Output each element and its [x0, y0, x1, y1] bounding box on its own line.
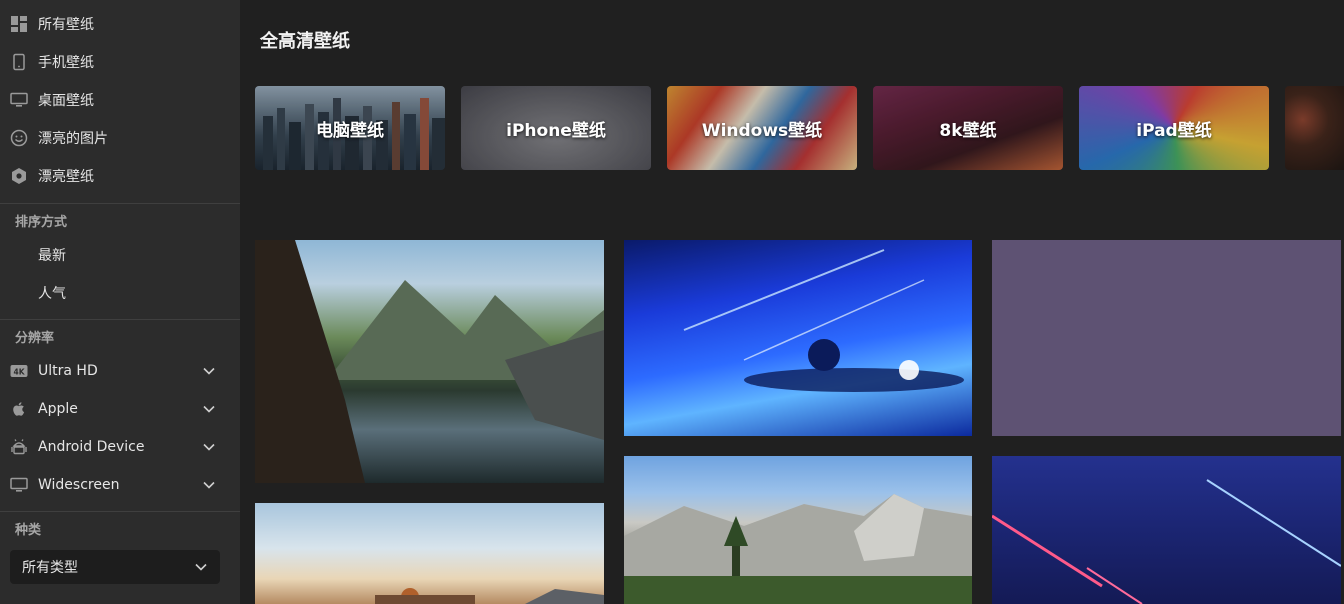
chevron-down-icon — [203, 367, 215, 375]
chevron-down-icon — [203, 481, 215, 489]
phone-icon — [10, 53, 28, 71]
apple-icon — [10, 400, 28, 418]
type-section-title: 种类 — [15, 522, 42, 538]
type-select-value: 所有类型 — [22, 560, 78, 576]
category-label: Windows壁纸 — [701, 120, 823, 141]
resolution-ultra-hd[interactable]: 4K Ultra HD — [0, 352, 240, 390]
starry-sky-image — [683, 249, 964, 392]
category-card-pc[interactable]: 电脑壁纸 — [255, 86, 445, 170]
category-card-iphone[interactable]: iPhone壁纸 — [461, 86, 651, 170]
wallpaper-tile-neon-lines[interactable] — [992, 456, 1341, 604]
category-card-ipad[interactable]: iPad壁纸 — [1079, 86, 1269, 170]
resolution-label: Apple — [38, 401, 78, 417]
category-label: iPad壁纸 — [1136, 120, 1212, 141]
beach-image — [375, 588, 604, 604]
chevron-down-icon — [203, 443, 215, 451]
wallpaper-tile-yosemite[interactable] — [624, 456, 972, 604]
category-card-partial[interactable] — [1285, 86, 1344, 170]
sort-latest[interactable]: 最新 — [0, 236, 240, 274]
sort-section-title: 排序方式 — [15, 214, 68, 230]
resolution-android-device[interactable]: Android Device — [0, 428, 240, 466]
mountain-image — [255, 240, 604, 483]
grid-icon — [10, 15, 28, 33]
resolution-label: Ultra HD — [38, 363, 98, 379]
category-label: 电脑壁纸 — [316, 120, 384, 141]
badge-icon — [10, 167, 28, 185]
sidebar-item-all-wallpapers[interactable]: 所有壁纸 — [0, 5, 240, 43]
svg-text:4K: 4K — [13, 367, 25, 376]
category-card-windows[interactable]: Windows壁纸 — [667, 86, 857, 170]
resolution-section-title: 分辨率 — [15, 330, 55, 346]
category-label: iPhone壁纸 — [506, 120, 606, 141]
valley-image — [624, 494, 972, 604]
chevron-down-icon — [203, 405, 215, 413]
resolution-label: Widescreen — [38, 477, 120, 493]
resolution-widescreen[interactable]: Widescreen — [0, 466, 240, 504]
sidebar-item-phone-wallpapers[interactable]: 手机壁纸 — [0, 43, 240, 81]
android-icon — [10, 438, 28, 456]
monitor-icon — [10, 476, 28, 494]
chevron-down-icon — [195, 563, 207, 571]
type-select[interactable]: 所有类型 — [10, 550, 220, 584]
category-label: 8k壁纸 — [939, 120, 997, 141]
smiley-icon — [10, 129, 28, 147]
sidebar-item-label: 桌面壁纸 — [38, 93, 94, 109]
resolution-apple[interactable]: Apple — [0, 390, 240, 428]
sidebar-item-desktop-wallpapers[interactable]: 桌面壁纸 — [0, 81, 240, 119]
wallpaper-tile-anime-night[interactable] — [624, 240, 972, 436]
sidebar-item-pretty-wallpapers[interactable]: 漂亮壁纸 — [0, 157, 240, 195]
sidebar-item-pretty-pictures[interactable]: 漂亮的图片 — [0, 119, 240, 157]
monitor-icon — [10, 91, 28, 109]
sidebar-item-label: 手机壁纸 — [38, 55, 94, 71]
sidebar-item-label: 漂亮的图片 — [38, 131, 108, 147]
wallpaper-tile-purple[interactable] — [992, 240, 1341, 436]
wallpaper-tile-beach[interactable] — [255, 503, 604, 604]
page-title: 全高清壁纸 — [260, 31, 350, 52]
wallpaper-tile-mountain-lake[interactable] — [255, 240, 604, 483]
category-card-8k[interactable]: 8k壁纸 — [873, 86, 1063, 170]
4k-icon: 4K — [10, 362, 28, 380]
sidebar: 所有壁纸 手机壁纸 桌面壁纸 漂亮的图片 漂亮壁纸 排序方式 最新 人气 分辨率… — [0, 0, 240, 604]
sort-popular[interactable]: 人气 — [0, 274, 240, 312]
sidebar-item-label: 漂亮壁纸 — [38, 169, 94, 185]
neon-lines-image — [992, 479, 1341, 604]
resolution-label: Android Device — [38, 439, 145, 455]
sidebar-item-label: 所有壁纸 — [38, 17, 94, 33]
